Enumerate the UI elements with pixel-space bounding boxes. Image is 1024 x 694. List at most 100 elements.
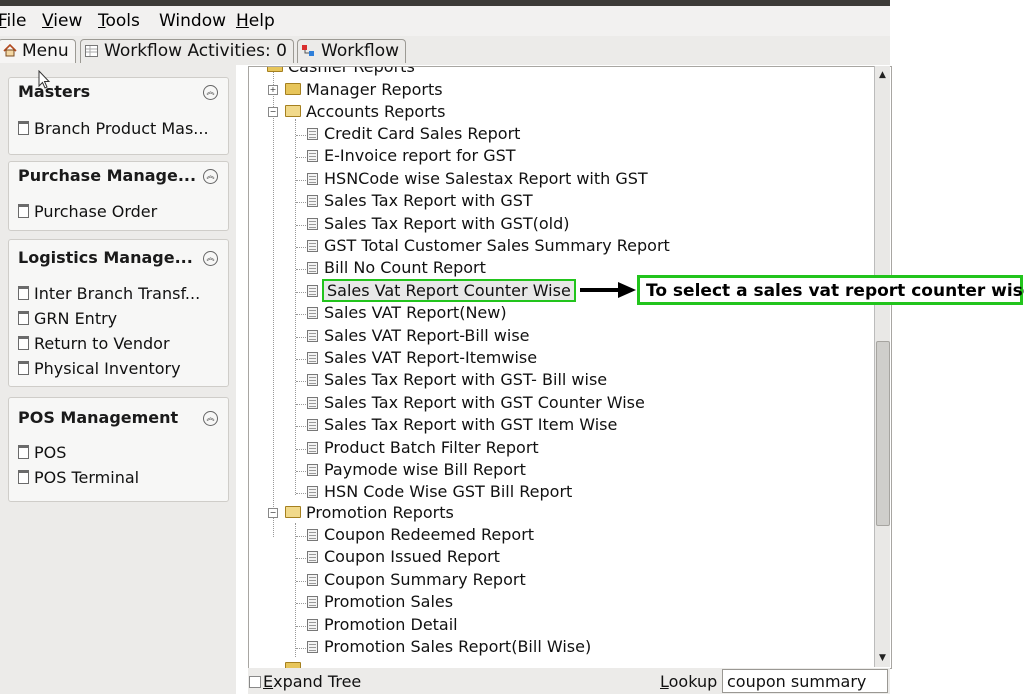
tree-leaf-label: Coupon Issued Report xyxy=(324,547,500,567)
tree-node-cashier-reports[interactable]: Cashier Reports xyxy=(267,67,415,76)
menu-item-return-vendor[interactable]: Return to Vendor xyxy=(18,334,170,353)
menu-view[interactable]: View xyxy=(42,11,82,31)
tree-leaf-label: Paymode wise Bill Report xyxy=(324,460,526,479)
tree-leaf-report[interactable]: Coupon Issued Report xyxy=(307,547,500,566)
report-page-icon xyxy=(307,195,318,208)
tree-leaf-label: Sales Tax Report with GST(old) xyxy=(324,213,570,233)
tree-leaf-report[interactable]: Coupon Redeemed Report xyxy=(307,525,534,544)
expand-tree-label[interactable]: Expand Tree xyxy=(263,672,361,691)
expand-tree-checkbox[interactable] xyxy=(249,676,261,688)
report-page-icon xyxy=(307,641,318,653)
tree-leaf-report[interactable]: Bill No Count Report xyxy=(307,258,486,277)
menu-item-pos-terminal[interactable]: POS Terminal xyxy=(18,468,139,487)
report-page-icon xyxy=(307,329,318,342)
tree-branch-line xyxy=(296,291,306,293)
scroll-down-arrow-icon[interactable]: ▼ xyxy=(875,651,890,665)
tree-branch-line xyxy=(296,179,306,181)
tree-node-accounts-reports[interactable]: Accounts Reports xyxy=(285,102,445,121)
menu-window[interactable]: Window xyxy=(159,11,226,31)
scrollbar-thumb[interactable] xyxy=(876,341,890,526)
collapse-node-icon[interactable]: − xyxy=(268,107,278,117)
tree-leaf-report[interactable]: Promotion Sales Report(Bill Wise) xyxy=(307,637,591,656)
menu-item-inter-branch[interactable]: Inter Branch Transf... xyxy=(18,284,200,303)
report-page-icon xyxy=(307,396,318,409)
report-page-icon xyxy=(307,419,318,432)
tree-leaf-report[interactable]: Sales Tax Report with GST Counter Wise xyxy=(307,393,645,412)
tree-leaf-report[interactable]: Promotion Detail xyxy=(307,615,458,634)
tree-leaf-report[interactable]: Coupon Summary Report xyxy=(307,570,526,589)
form-icon xyxy=(18,336,29,350)
vertical-scrollbar[interactable]: ▲ ▼ xyxy=(874,66,890,667)
tree-leaf-report[interactable]: Sales Tax Report with GST xyxy=(307,191,533,210)
tab-menu-label: Menu xyxy=(22,41,69,61)
tree-branch-line xyxy=(296,314,306,316)
menu-item-pos[interactable]: POS xyxy=(18,443,66,462)
tree-node-manager-reports[interactable]: Manager Reports xyxy=(285,80,443,99)
tree-leaf-label: Sales VAT Report-Itemwise xyxy=(324,348,538,367)
collapse-icon[interactable]: ︽ xyxy=(203,169,218,184)
report-page-icon xyxy=(307,573,318,586)
tree-branch-line xyxy=(296,403,306,405)
menu-item-grn-entry[interactable]: GRN Entry xyxy=(18,309,117,328)
tree-leaf-label: Bill No Count Report xyxy=(324,258,486,278)
tree-branch-line xyxy=(296,426,306,428)
tree-branch-line xyxy=(296,625,306,627)
lookup-input[interactable] xyxy=(722,669,888,693)
collapse-node-icon[interactable]: − xyxy=(268,508,278,518)
table-icon xyxy=(85,42,100,57)
tree-leaf-label: HSN Code Wise GST Bill Report xyxy=(324,482,573,502)
form-icon xyxy=(18,361,29,375)
menu-item-physical-inventory[interactable]: Physical Inventory xyxy=(18,359,181,378)
menu-item-branch-product[interactable]: Branch Product Mas... xyxy=(18,119,209,138)
tree-leaf-report[interactable]: E-Invoice report for GST xyxy=(307,146,516,165)
tree-leaf-report[interactable]: Sales VAT Report-Itemwise xyxy=(307,348,537,367)
tab-workflow-label: Workflow xyxy=(321,41,400,61)
tab-bar: Menu Workflow Activities: 0 Workflow xyxy=(0,36,890,65)
tree-leaf-report[interactable]: Sales Tax Report with GST- Bill wise xyxy=(307,370,607,389)
mouse-pointer-icon xyxy=(38,70,51,89)
expand-icon[interactable]: + xyxy=(268,85,278,95)
menu-tools[interactable]: Tools xyxy=(98,11,140,31)
folder-icon xyxy=(267,67,283,72)
tab-workflow-activities[interactable]: Workflow Activities: 0 xyxy=(80,39,294,63)
tree-branch-line xyxy=(296,157,306,159)
form-icon xyxy=(18,121,29,135)
tree-leaf-report[interactable]: HSN Code Wise GST Bill Report xyxy=(307,482,572,501)
tree-branch-line xyxy=(296,224,306,226)
tree-leaf-report[interactable]: Sales VAT Report-Bill wise xyxy=(307,326,530,345)
report-page-icon xyxy=(307,464,318,476)
menu-item-purchase-order[interactable]: Purchase Order xyxy=(18,202,157,221)
tab-menu[interactable]: Menu xyxy=(0,39,76,63)
collapse-icon[interactable]: ︽ xyxy=(203,251,218,266)
report-page-icon xyxy=(307,529,318,541)
collapse-icon[interactable]: ︽ xyxy=(203,411,218,426)
menu-help[interactable]: Help xyxy=(236,11,275,31)
report-page-icon xyxy=(307,551,318,564)
annotation-arrow-icon xyxy=(580,282,636,298)
tree-branch-line xyxy=(296,558,306,560)
tree-leaf-report[interactable]: Product Batch Filter Report xyxy=(307,438,539,457)
open-folder-icon xyxy=(285,506,301,518)
tree-leaf-report[interactable]: HSNCode wise Salestax Report with GST xyxy=(307,169,648,188)
tree-node-promotion-reports[interactable]: Promotion Reports xyxy=(285,503,454,522)
section-title: POS Management xyxy=(18,408,179,427)
tab-workflow[interactable]: Workflow xyxy=(297,39,407,63)
tree-branch-line xyxy=(296,359,306,360)
scroll-up-arrow-icon[interactable]: ▲ xyxy=(875,68,890,82)
report-page-icon xyxy=(307,441,318,454)
menu-file[interactable]: File xyxy=(0,11,26,31)
tree-leaf-report[interactable]: Sales Tax Report with GST(old) xyxy=(307,214,570,233)
tree-leaf-report[interactable]: Sales VAT Report(New) xyxy=(307,303,507,322)
tree-leaf-report[interactable]: Credit Card Sales Report xyxy=(307,124,520,143)
tree-leaf-label: Sales Vat Report Counter Wise xyxy=(322,278,576,302)
tree-leaf-label: Promotion Sales xyxy=(324,592,454,612)
tree-leaf-report[interactable]: Paymode wise Bill Report xyxy=(307,460,526,479)
tree-branch-line xyxy=(296,448,306,450)
tree-leaf-report[interactable]: Promotion Sales xyxy=(307,592,453,611)
report-page-icon xyxy=(307,262,318,275)
tree-leaf-report[interactable]: GST Total Customer Sales Summary Report xyxy=(307,236,670,255)
tree-leaf-report[interactable]: Sales Tax Report with GST Item Wise xyxy=(307,415,617,434)
collapse-icon[interactable]: ︽ xyxy=(203,85,218,100)
tree-branch-line xyxy=(296,202,306,204)
tree-leaf-report[interactable]: Sales Vat Report Counter Wise xyxy=(307,278,576,302)
